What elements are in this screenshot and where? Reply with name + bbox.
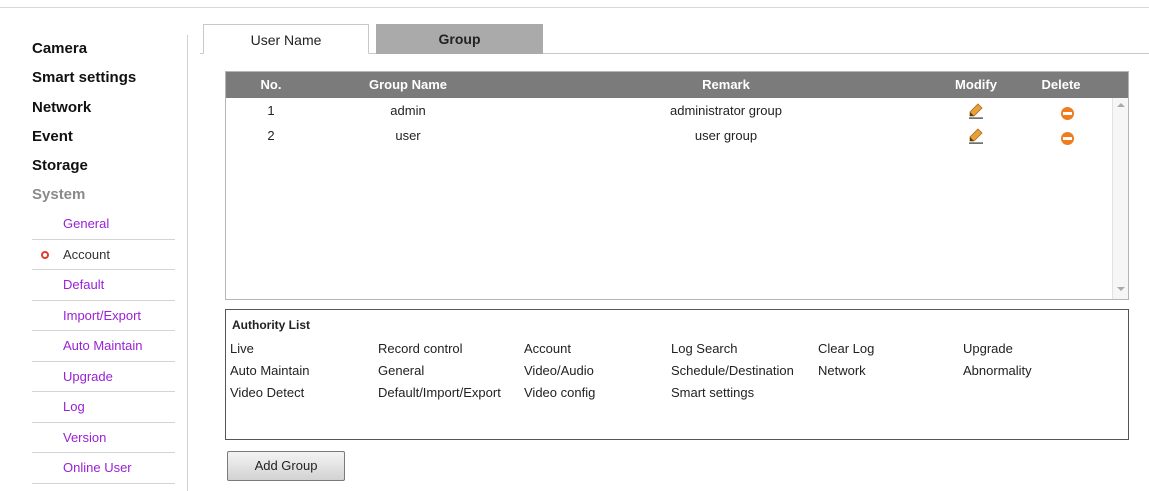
table-row[interactable]: 1 admin administrator group bbox=[226, 101, 1106, 120]
subnav-upgrade[interactable]: Upgrade bbox=[32, 362, 175, 392]
tab-group[interactable]: Group bbox=[376, 24, 543, 54]
authority-item: Video config bbox=[524, 385, 596, 400]
authority-list: Authority List Live Record control Accou… bbox=[225, 309, 1129, 440]
header-remark: Remark bbox=[702, 77, 750, 92]
tab-user-name[interactable]: User Name bbox=[203, 24, 369, 54]
subnav-auto-maintain[interactable]: Auto Maintain bbox=[32, 331, 175, 362]
nav-smart-settings[interactable]: Smart settings bbox=[32, 63, 178, 92]
authority-list-title: Authority List bbox=[232, 318, 310, 332]
header-delete: Delete bbox=[1041, 77, 1081, 92]
nav-camera[interactable]: Camera bbox=[32, 34, 178, 63]
cell-no: 1 bbox=[267, 103, 275, 118]
scroll-down-icon[interactable] bbox=[1117, 287, 1125, 291]
header-no: No. bbox=[260, 77, 282, 92]
cell-remark: administrator group bbox=[670, 103, 782, 118]
active-indicator-icon bbox=[41, 250, 49, 259]
authority-item: Network bbox=[818, 363, 866, 378]
nav-storage[interactable]: Storage bbox=[32, 151, 178, 180]
authority-item: Upgrade bbox=[963, 341, 1013, 356]
subnav-import-export[interactable]: Import/Export bbox=[32, 301, 175, 331]
add-group-button[interactable]: Add Group bbox=[227, 451, 345, 481]
modify-button[interactable] bbox=[946, 128, 1006, 147]
cell-group-name: admin bbox=[390, 103, 426, 118]
top-divider bbox=[0, 7, 1149, 8]
sidebar: Camera Smart settings Network Event Stor… bbox=[32, 34, 178, 484]
group-table: No. Group Name Remark Modify Delete 1 ad… bbox=[225, 71, 1129, 300]
pencil-icon bbox=[969, 103, 983, 119]
cell-group-name: user bbox=[395, 128, 421, 143]
authority-item: Log Search bbox=[671, 341, 738, 356]
authority-item: Live bbox=[230, 341, 254, 356]
table-scrollbar[interactable] bbox=[1112, 98, 1128, 299]
authority-item: General bbox=[378, 363, 425, 378]
delete-icon bbox=[1061, 132, 1074, 145]
table-row[interactable]: 2 user user group bbox=[226, 126, 1106, 145]
authority-item: Account bbox=[524, 341, 571, 356]
header-group-name: Group Name bbox=[368, 77, 447, 92]
subnav-account[interactable]: Account bbox=[32, 240, 175, 270]
nav-network[interactable]: Network bbox=[32, 93, 178, 122]
pencil-icon bbox=[969, 128, 983, 144]
authority-item: Video/Audio bbox=[524, 363, 594, 378]
subnav-account-label: Account bbox=[63, 246, 110, 262]
system-subnav: General Account Default Import/Export Au… bbox=[32, 209, 175, 484]
scroll-up-icon[interactable] bbox=[1117, 103, 1125, 107]
subnav-default[interactable]: Default bbox=[32, 270, 175, 301]
authority-item: Video Detect bbox=[230, 385, 305, 400]
delete-icon bbox=[1061, 107, 1074, 120]
header-modify: Modify bbox=[955, 77, 997, 92]
authority-item: Smart settings bbox=[671, 385, 755, 400]
modify-button[interactable] bbox=[946, 103, 1006, 122]
authority-item: Abnormality bbox=[963, 363, 1032, 378]
sidebar-divider bbox=[187, 35, 188, 491]
nav-event[interactable]: Event bbox=[32, 122, 178, 151]
authority-item: Schedule/Destination bbox=[671, 363, 794, 378]
authority-item: Record control bbox=[378, 341, 463, 356]
subnav-log[interactable]: Log bbox=[32, 392, 175, 423]
nav-system[interactable]: System bbox=[32, 180, 178, 209]
authority-item: Default/Import/Export bbox=[378, 385, 501, 400]
subnav-online-user[interactable]: Online User bbox=[32, 453, 175, 484]
authority-item: Clear Log bbox=[818, 341, 875, 356]
subnav-general[interactable]: General bbox=[32, 209, 175, 240]
table-header: No. Group Name Remark Modify Delete bbox=[226, 72, 1128, 98]
authority-item: Auto Maintain bbox=[230, 363, 310, 378]
cell-remark: user group bbox=[694, 128, 758, 143]
cell-no: 2 bbox=[267, 128, 275, 143]
subnav-version[interactable]: Version bbox=[32, 423, 175, 453]
